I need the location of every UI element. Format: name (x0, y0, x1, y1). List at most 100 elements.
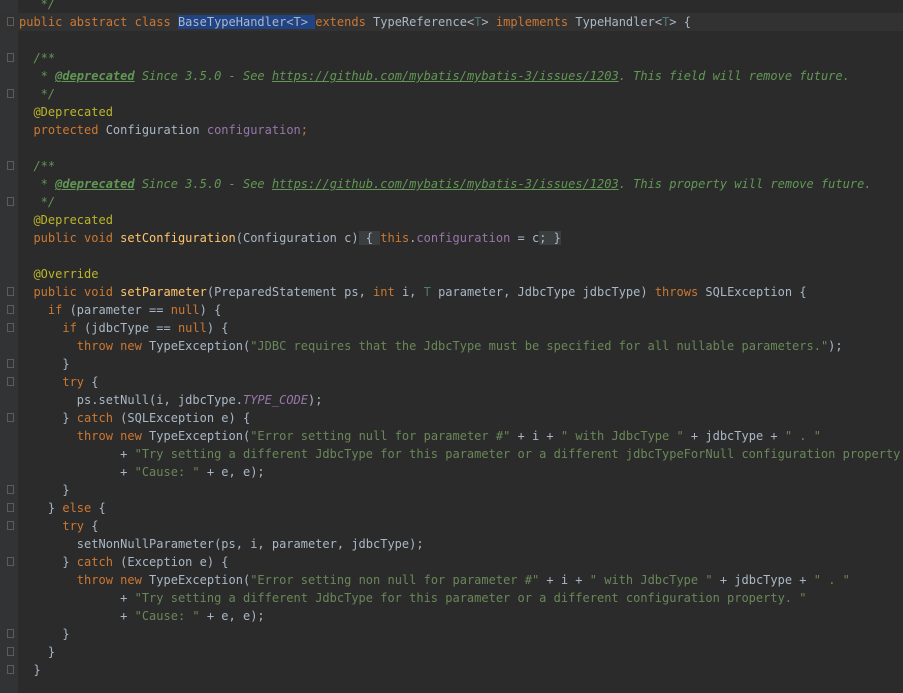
code-line[interactable]: + "Try setting a different JdbcType for … (0, 589, 903, 607)
code-line[interactable] (0, 247, 903, 265)
fold-marker-icon[interactable] (7, 323, 14, 332)
fold-marker-icon[interactable] (7, 89, 14, 98)
code-token: (Exception e) { (120, 555, 229, 569)
code-line[interactable]: if (parameter == null) { (0, 301, 903, 319)
code-line[interactable]: public void setParameter(PreparedStateme… (0, 283, 903, 301)
code-token: @Deprecated (19, 213, 113, 227)
code-line[interactable]: @Override (0, 265, 903, 283)
code-line[interactable]: /** (0, 49, 903, 67)
code-line[interactable]: } (0, 481, 903, 499)
code-token: setParameter (120, 285, 207, 299)
code-text: protected Configuration configuration; (19, 121, 308, 139)
code-token: TypeHandler< (575, 15, 663, 29)
fold-marker-icon[interactable] (7, 197, 14, 206)
code-token: "Cause: " (134, 609, 200, 623)
code-token: ps.setNull(i, jdbcType. (19, 393, 243, 407)
code-token: Configuration (105, 123, 207, 137)
code-text: @Deprecated (19, 103, 112, 121)
code-token: public void (19, 285, 121, 299)
fold-marker-icon[interactable] (7, 557, 14, 566)
code-text: + "Try setting a different JdbcType for … (19, 445, 903, 463)
code-token: { (358, 231, 381, 245)
code-line[interactable]: } (0, 625, 903, 643)
code-line[interactable]: + "Try setting a different JdbcType for … (0, 445, 903, 463)
code-token: this (380, 231, 410, 245)
code-token: " . " (784, 429, 821, 443)
code-line[interactable]: throw new TypeException("Error setting n… (0, 427, 903, 445)
code-line[interactable]: @Deprecated (0, 103, 903, 121)
code-token: { (91, 519, 99, 533)
fold-marker-icon[interactable] (7, 17, 14, 26)
code-token: "Error setting null for parameter #" (250, 429, 511, 443)
code-token: . This field will remove future. (618, 69, 850, 83)
code-line[interactable]: setNonNullParameter(ps, i, parameter, jd… (0, 535, 903, 553)
code-line[interactable]: try { (0, 373, 903, 391)
fold-marker-icon[interactable] (7, 53, 14, 62)
code-line[interactable] (0, 139, 903, 157)
code-line[interactable]: protected Configuration configuration; (0, 121, 903, 139)
code-line[interactable]: @Deprecated (0, 211, 903, 229)
code-token: else (62, 501, 99, 515)
code-line[interactable]: * @deprecated Since 3.5.0 - See https://… (0, 67, 903, 85)
fold-marker-icon[interactable] (7, 665, 14, 674)
fold-marker-icon[interactable] (7, 503, 14, 512)
code-line[interactable]: if (jdbcType == null) { (0, 319, 903, 337)
code-line[interactable]: + "Cause: " + e, e); (0, 463, 903, 481)
code-line[interactable]: } else { (0, 499, 903, 517)
code-text: throw new TypeException("JDBC requires t… (19, 337, 843, 355)
code-line[interactable]: /** (0, 157, 903, 175)
code-text: ps.setNull(i, jdbcType.TYPE_CODE); (19, 391, 323, 409)
code-line[interactable]: } (0, 643, 903, 661)
fold-marker-icon[interactable] (7, 485, 14, 494)
code-token: TypeException( (149, 339, 251, 353)
code-token: + i + (539, 573, 590, 587)
fold-marker-icon[interactable] (7, 413, 14, 422)
fold-marker-icon[interactable] (7, 377, 14, 386)
code-line[interactable]: public abstract class BaseTypeHandler<T>… (0, 13, 903, 31)
code-token: + (19, 591, 135, 605)
code-text: */ (19, 85, 55, 103)
code-line[interactable] (0, 31, 903, 49)
fold-marker-icon[interactable] (7, 161, 14, 170)
code-line[interactable]: throw new TypeException("Error setting n… (0, 571, 903, 589)
code-line[interactable]: } catch (Exception e) { (0, 553, 903, 571)
code-token: + i + (510, 429, 561, 443)
code-line[interactable]: */ (0, 85, 903, 103)
code-line[interactable]: try { (0, 517, 903, 535)
code-line[interactable]: */ (0, 193, 903, 211)
code-token: "Error setting non null for parameter #" (250, 573, 540, 587)
code-token: } (19, 411, 77, 425)
code-token: if (19, 303, 70, 317)
code-line[interactable]: public void setConfiguration(Configurati… (0, 229, 903, 247)
fold-marker-icon[interactable] (7, 521, 14, 530)
code-line[interactable]: throw new TypeException("JDBC requires t… (0, 337, 903, 355)
code-text: } (19, 481, 69, 499)
code-text: + "Cause: " + e, e); (19, 607, 265, 625)
code-token: implements (495, 15, 576, 29)
code-token: catch (76, 555, 121, 569)
code-token: TypeException( (149, 573, 251, 587)
code-text: } catch (Exception e) { (19, 553, 229, 571)
code-token: throw new (19, 339, 150, 353)
code-text: if (parameter == null) { (19, 301, 221, 319)
code-token: ) { (199, 303, 222, 317)
code-token: { (98, 501, 106, 515)
code-text: * @deprecated Since 3.5.0 - See https://… (19, 175, 872, 193)
code-token: catch (76, 411, 121, 425)
code-line[interactable]: ps.setNull(i, jdbcType.TYPE_CODE); (0, 391, 903, 409)
code-token: null (170, 303, 200, 317)
code-line[interactable]: + "Cause: " + e, e); (0, 607, 903, 625)
code-line[interactable]: } (0, 355, 903, 373)
code-token: } (19, 645, 56, 659)
code-line[interactable]: } (0, 661, 903, 679)
code-line[interactable]: */ (0, 0, 903, 13)
code-line[interactable]: * @deprecated Since 3.5.0 - See https://… (0, 175, 903, 193)
fold-marker-icon[interactable] (7, 359, 14, 368)
fold-marker-icon[interactable] (7, 629, 14, 638)
code-token: (Configuration c) (235, 231, 359, 245)
fold-marker-icon[interactable] (7, 287, 14, 296)
code-line[interactable]: } catch (SQLException e) { (0, 409, 903, 427)
fold-marker-icon[interactable] (7, 305, 14, 314)
fold-marker-icon[interactable] (7, 647, 14, 656)
code-text: /** (19, 49, 55, 67)
